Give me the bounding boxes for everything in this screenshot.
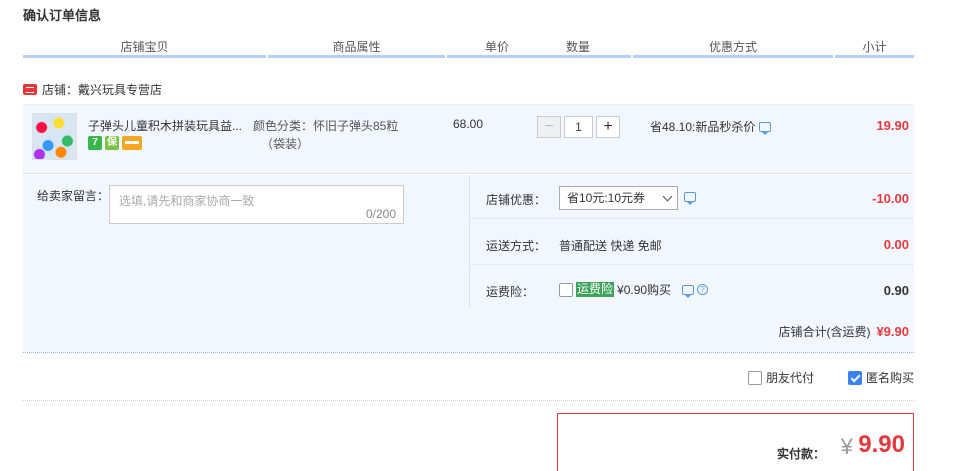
- order-item-row: 子弹头儿童积木拼装玩具益... 7 保 颜色分类：怀旧子弹头85粒 （袋装） 6…: [23, 104, 914, 174]
- seven-day-return-icon[interactable]: 7: [88, 136, 102, 150]
- shop-total: 店铺合计(含运费) ¥9.90: [778, 323, 909, 340]
- shipping-row: 运送方式： 普通配送 快递 免邮 0.00: [470, 221, 914, 265]
- chevron-down-icon: [662, 191, 673, 202]
- shop-line: 店铺：戴兴玩具专营店: [23, 81, 162, 98]
- col-subtotal: 小计: [835, 38, 914, 58]
- decrease-quantity-button[interactable]: −: [537, 116, 561, 138]
- product-title[interactable]: 子弹头儿童积木拼装玩具益...: [88, 117, 248, 134]
- insurance-tag: 运费险: [576, 282, 615, 297]
- shop-name[interactable]: 店铺：戴兴玩具专营店: [42, 81, 162, 98]
- col-label: 单价: [484, 40, 509, 54]
- message-icon[interactable]: [759, 121, 772, 135]
- payment-summary: 实付款： ¥ 9.90: [557, 413, 914, 471]
- credit-card-icon[interactable]: [122, 136, 142, 150]
- help-icon[interactable]: ?: [697, 284, 709, 295]
- quantity-stepper: − 1 +: [537, 116, 620, 138]
- message-icon[interactable]: [682, 284, 695, 298]
- promotion: 省48.10:新品秒杀价: [650, 118, 772, 135]
- col-shop-item: 店铺宝贝: [23, 38, 266, 58]
- anonymous-label: 匿名购买: [865, 371, 914, 385]
- payment-amount: 9.90: [858, 431, 905, 458]
- shop-total-value: ¥9.90: [876, 324, 909, 339]
- message-icon[interactable]: [684, 192, 696, 205]
- shipping-amount: 0.00: [883, 237, 909, 252]
- friend-pay-checkbox[interactable]: [747, 370, 762, 385]
- shipping-label: 运送方式：: [486, 239, 547, 253]
- unit-price: 68.00: [453, 117, 484, 131]
- insurance-price: ¥0.90购买: [617, 283, 672, 297]
- friend-pay-option[interactable]: 朋友代付: [747, 369, 814, 386]
- attr-color: 颜色分类：怀旧子弹头85粒: [253, 119, 399, 133]
- memo-counter: 0/200: [365, 207, 396, 221]
- item-subtotal: 19.90: [876, 118, 909, 133]
- anonymous-checkbox[interactable]: [847, 370, 862, 385]
- friend-pay-label: 朋友代付: [765, 371, 814, 385]
- promotion-text: 省48.10:新品秒杀价: [650, 120, 756, 134]
- page-title: 确认订单信息: [23, 8, 102, 23]
- insurance-amount: 0.90: [883, 283, 909, 298]
- col-label: 优惠方式: [708, 40, 757, 54]
- divider: [23, 400, 914, 401]
- insurance-label: 运费险：: [486, 285, 535, 299]
- col-label: 商品属性: [332, 40, 381, 54]
- column-header: 店铺宝贝 商品属性 单价 数量 优惠方式 小计: [23, 38, 914, 58]
- extra-options: 朋友代付 匿名购买: [747, 369, 914, 386]
- shipping-method: 普通配送 快递 免邮: [559, 239, 662, 253]
- col-label: 小计: [862, 40, 887, 54]
- insurance-option: 运费险 ¥0.90购买 ?: [559, 281, 709, 298]
- coupon-select-value: 省10元:10元券: [567, 191, 646, 205]
- memo-label: 给卖家留言：: [37, 189, 110, 203]
- col-quantity: 数量: [525, 38, 631, 58]
- payment-currency: ¥: [840, 434, 853, 459]
- col-label: 数量: [565, 40, 590, 54]
- quantity-input[interactable]: 1: [564, 116, 593, 138]
- shop-discount-label: 店铺优惠：: [486, 193, 547, 207]
- attr-color-note: （袋装）: [261, 137, 310, 151]
- col-label: 店铺宝贝: [120, 40, 169, 54]
- insurance-row: 运费险： 运费险 ¥0.90购买 ? 0.90: [470, 267, 914, 311]
- product-attributes: 颜色分类：怀旧子弹头85粒 （袋装）: [253, 117, 398, 153]
- memo-placeholder: 选填,请先和商家协商一致: [119, 194, 255, 208]
- payment-label: 实付款：: [776, 447, 825, 461]
- insurance-checkbox[interactable]: [559, 282, 573, 297]
- col-attributes: 商品属性: [268, 38, 445, 58]
- memo-textarea[interactable]: 选填,请先和商家协商一致 0/200: [109, 185, 404, 224]
- order-options: 给卖家留言： 选填,请先和商家协商一致 0/200 店铺优惠： 省10元:10元…: [23, 175, 914, 353]
- increase-quantity-button[interactable]: +: [596, 116, 620, 138]
- service-badges: 7 保: [88, 136, 142, 150]
- coupon-select[interactable]: 省10元:10元券: [559, 186, 678, 210]
- col-discount: 优惠方式: [633, 38, 833, 58]
- product-thumbnail[interactable]: [32, 113, 77, 160]
- guarantee-icon[interactable]: 保: [105, 136, 119, 150]
- shop-discount-row: 店铺优惠： 省10元:10元券 -10.00: [470, 175, 914, 219]
- anonymous-option[interactable]: 匿名购买: [847, 369, 914, 386]
- shop-total-label: 店铺合计(含运费): [778, 325, 871, 339]
- tmall-shop-icon: [23, 84, 37, 95]
- shop-discount-amount: -10.00: [872, 191, 909, 206]
